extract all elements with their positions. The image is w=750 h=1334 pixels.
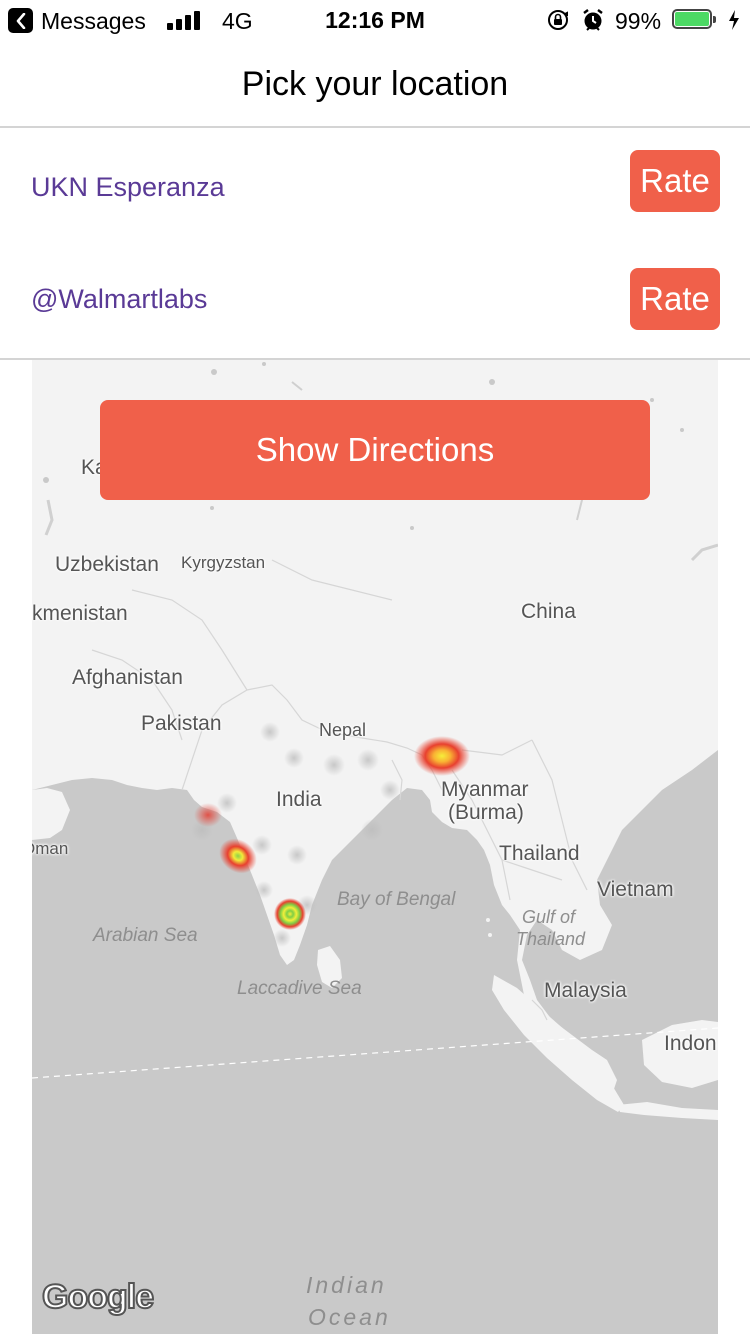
map-label: Arabian Sea — [93, 925, 198, 946]
map-label: Kyrgyzstan — [181, 553, 266, 572]
charging-bolt-icon — [729, 10, 739, 30]
map-label: (Burma) — [448, 801, 524, 824]
orientation-lock-icon — [548, 10, 568, 30]
map-base — [32, 360, 718, 1120]
location-name[interactable]: UKN Esperanza — [31, 128, 225, 246]
location-name[interactable]: @Walmartlabs — [31, 240, 207, 358]
rate-button[interactable]: Rate — [630, 150, 720, 212]
map-label: Thailand — [516, 929, 586, 949]
map-label: Vietnam — [597, 878, 674, 901]
map-label: Gulf of — [522, 907, 576, 927]
land-arabia — [32, 788, 70, 840]
map-label: Nepal — [319, 720, 367, 740]
map-label: Afghanistan — [72, 666, 183, 689]
screen: Messages 4G 12:16 PM 99% Pick your locat… — [0, 0, 750, 1334]
rate-button[interactable]: Rate — [630, 268, 720, 330]
battery-icon — [672, 9, 716, 31]
map-label: Malaysia — [544, 979, 627, 1002]
map-label: Oman — [32, 839, 69, 858]
map-label: Uzbekistan — [55, 553, 159, 576]
list-item[interactable]: UKN Esperanza Rate — [0, 128, 750, 248]
map-label: Ocean — [308, 1304, 391, 1330]
land-java — [617, 1102, 718, 1120]
map-label: Bay of Bengal — [337, 889, 456, 910]
map-label: Myanmar — [441, 778, 529, 801]
page-title: Pick your location — [241, 65, 509, 103]
map-label: India — [276, 788, 322, 811]
map-label: Indon — [664, 1032, 717, 1055]
map-view[interactable]: Ka Uzbekistan Kyrgyzstan kmenistan China… — [32, 360, 718, 1334]
show-directions-button[interactable]: Show Directions — [100, 400, 650, 500]
list-item[interactable]: @Walmartlabs Rate — [0, 240, 750, 360]
map-label: kmenistan — [32, 602, 128, 625]
map-label: China — [521, 600, 576, 623]
map-label: Indian — [306, 1272, 387, 1298]
nav-header: Pick your location — [0, 40, 750, 128]
alarm-icon — [583, 9, 603, 31]
map-label: Pakistan — [141, 712, 222, 735]
google-logo: Google — [41, 1277, 155, 1317]
map-label: Thailand — [499, 842, 580, 865]
battery-percent: 99% — [615, 8, 662, 34]
status-bar: Messages 4G 12:16 PM 99% — [0, 0, 750, 40]
map-label: Laccadive Sea — [237, 978, 362, 999]
